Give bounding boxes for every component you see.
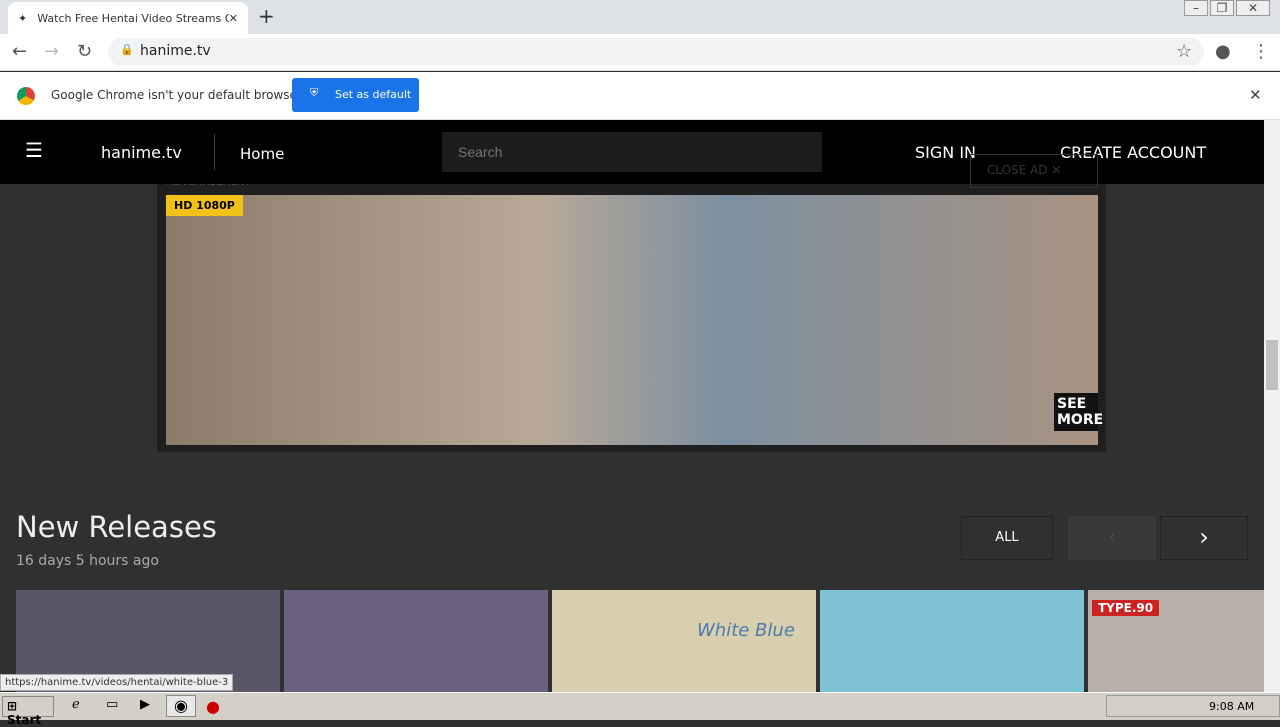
url-text: hanime.tv xyxy=(140,43,211,59)
new-tab-button[interactable]: + xyxy=(258,4,275,28)
ad-badge: HD 1080P xyxy=(166,195,243,216)
close-window-button[interactable]: ✕ xyxy=(1236,0,1270,16)
section-title: New Releases xyxy=(16,510,217,544)
restore-button[interactable]: ❐ xyxy=(1210,0,1234,16)
start-label: Start xyxy=(7,713,42,727)
forward-icon[interactable]: → xyxy=(44,41,59,62)
system-tray: 9:08 AM xyxy=(1106,695,1280,717)
lock-icon: 🔒 xyxy=(120,43,134,56)
back-icon[interactable]: ← xyxy=(12,41,27,62)
hamburger-icon[interactable]: ☰ xyxy=(25,138,43,162)
reload-icon[interactable]: ↻ xyxy=(77,41,92,62)
media-player-icon[interactable]: ▶ xyxy=(140,697,150,712)
browser-tab[interactable]: ✦ Watch Free Hentai Video Streams Or ✕ xyxy=(8,2,248,34)
address-bar[interactable]: 🔒 hanime.tv xyxy=(108,38,1204,66)
favicon-icon: ✦ xyxy=(18,11,28,25)
profile-icon[interactable]: ● xyxy=(1215,41,1231,62)
scrollbar-thumb[interactable] xyxy=(1266,340,1278,390)
chrome-taskbar-icon[interactable]: ◉ xyxy=(166,695,196,717)
set-as-default-button[interactable]: ⛨ Set as default xyxy=(292,78,419,112)
video-card[interactable] xyxy=(820,590,1084,692)
scrollbar[interactable] xyxy=(1264,120,1280,692)
tab-title: Watch Free Hentai Video Streams Or xyxy=(37,11,229,25)
infobar-message: Google Chrome isn't your default browser xyxy=(51,88,302,102)
card-badge: TYPE.90 xyxy=(1092,600,1160,616)
close-tab-icon[interactable]: ✕ xyxy=(229,12,238,25)
next-button[interactable]: › xyxy=(1160,516,1248,560)
close-ad-button[interactable]: CLOSE AD ✕ xyxy=(970,154,1098,188)
divider xyxy=(214,134,215,170)
menu-icon[interactable]: ⋮ xyxy=(1252,41,1270,62)
ad-banner-image[interactable]: HD 1080P SEE MORE xyxy=(166,195,1103,445)
start-button[interactable]: ⊞ Start xyxy=(2,696,54,727)
video-card[interactable]: TYPE.90 xyxy=(1088,590,1264,692)
video-card[interactable] xyxy=(284,590,548,692)
site-logo[interactable]: hanime.tv xyxy=(101,143,182,162)
tab-strip: ✦ Watch Free Hentai Video Streams Or ✕ +… xyxy=(0,0,1280,34)
close-infobar-icon[interactable]: ✕ xyxy=(1249,86,1262,104)
site-header: ☰ hanime.tv Home SIGN IN CREATE ACCOUNT … xyxy=(0,120,1264,188)
video-card[interactable]: White Blue xyxy=(552,590,816,692)
shield-icon: ⛨ xyxy=(310,86,319,99)
all-button[interactable]: ALL xyxy=(961,516,1053,560)
search-input[interactable] xyxy=(442,132,822,172)
hanime-page: ADVERTISEMENT HD 1080P SEE MORE ☰ hanime… xyxy=(0,120,1264,692)
section-subtitle: 16 days 5 hours ago xyxy=(16,553,159,569)
default-browser-infobar: Google Chrome isn't your default browser… xyxy=(0,72,1280,120)
close-ad-label: CLOSE AD xyxy=(987,163,1048,177)
advertisement[interactable]: ADVERTISEMENT HD 1080P SEE MORE xyxy=(157,177,1106,452)
prev-button[interactable]: ‹ xyxy=(1068,516,1156,560)
card-title: White Blue xyxy=(697,620,795,641)
clock: 9:08 AM xyxy=(1209,700,1255,713)
taskbar: ⊞ Start ℯ ▭ ▶ ◉ ● 9:08 AM xyxy=(0,692,1280,727)
chrome-logo-icon xyxy=(17,87,35,105)
set-default-label: Set as default xyxy=(335,88,412,101)
status-bubble: https://hanime.tv/videos/hentai/white-bl… xyxy=(0,674,234,691)
sign-in-link[interactable]: SIGN IN xyxy=(915,143,976,162)
opera-icon[interactable]: ● xyxy=(206,697,220,716)
ie-icon[interactable]: ℯ xyxy=(72,697,80,712)
minimize-button[interactable]: – xyxy=(1184,0,1208,16)
nav-home[interactable]: Home xyxy=(240,145,284,163)
ad-see-more[interactable]: SEE MORE xyxy=(1054,393,1103,431)
explorer-icon[interactable]: ▭ xyxy=(106,697,118,712)
bookmark-star-icon[interactable]: ☆ xyxy=(1176,41,1192,62)
